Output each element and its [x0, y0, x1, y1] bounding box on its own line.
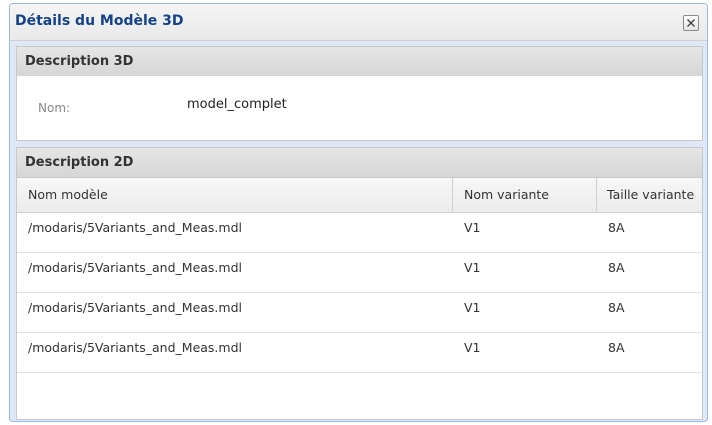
cell-variant-name: V1 [464, 300, 481, 315]
models-grid: Nom modèle Nom variante Taille variante … [16, 178, 703, 420]
panel-3d-body: Nom: model_complet [16, 76, 703, 141]
cell-model-name: /modaris/5Variants_and_Meas.mdl [28, 220, 242, 235]
cell-variant-name: V1 [464, 220, 481, 235]
panel-2d-title: Description 2D [25, 155, 134, 170]
cell-variant-size: 8A [608, 340, 625, 355]
grid-header: Nom modèle Nom variante Taille variante [17, 178, 702, 213]
dialog-titlebar[interactable]: Détails du Modèle 3D [10, 4, 707, 41]
panel-3d-title: Description 3D [25, 54, 134, 69]
model-details-dialog: Détails du Modèle 3D Description 3D Nom:… [9, 3, 708, 422]
close-icon [687, 19, 695, 27]
cell-variant-name: V1 [464, 260, 481, 275]
name-value: model_complet [187, 97, 287, 112]
dialog-title: Détails du Modèle 3D [15, 13, 184, 29]
table-row[interactable]: /modaris/5Variants_and_Meas.mdl V1 8A [17, 333, 702, 373]
column-header-variant-name[interactable]: Nom variante [453, 178, 597, 212]
panel-2d-header[interactable]: Description 2D [16, 147, 703, 178]
column-header-variant-size[interactable]: Taille variante [597, 178, 702, 212]
table-row[interactable]: /modaris/5Variants_and_Meas.mdl V1 8A [17, 213, 702, 253]
panel-3d-header[interactable]: Description 3D [16, 46, 703, 77]
table-row[interactable]: /modaris/5Variants_and_Meas.mdl V1 8A [17, 293, 702, 333]
cell-model-name: /modaris/5Variants_and_Meas.mdl [28, 340, 242, 355]
cell-variant-size: 8A [608, 260, 625, 275]
cell-model-name: /modaris/5Variants_and_Meas.mdl [28, 300, 242, 315]
cell-variant-name: V1 [464, 340, 481, 355]
name-label: Nom: [38, 101, 71, 115]
cell-model-name: /modaris/5Variants_and_Meas.mdl [28, 260, 242, 275]
close-button[interactable] [683, 15, 699, 31]
table-row[interactable]: /modaris/5Variants_and_Meas.mdl V1 8A [17, 253, 702, 293]
column-header-model-name[interactable]: Nom modèle [17, 178, 453, 212]
cell-variant-size: 8A [608, 220, 625, 235]
cell-variant-size: 8A [608, 300, 625, 315]
